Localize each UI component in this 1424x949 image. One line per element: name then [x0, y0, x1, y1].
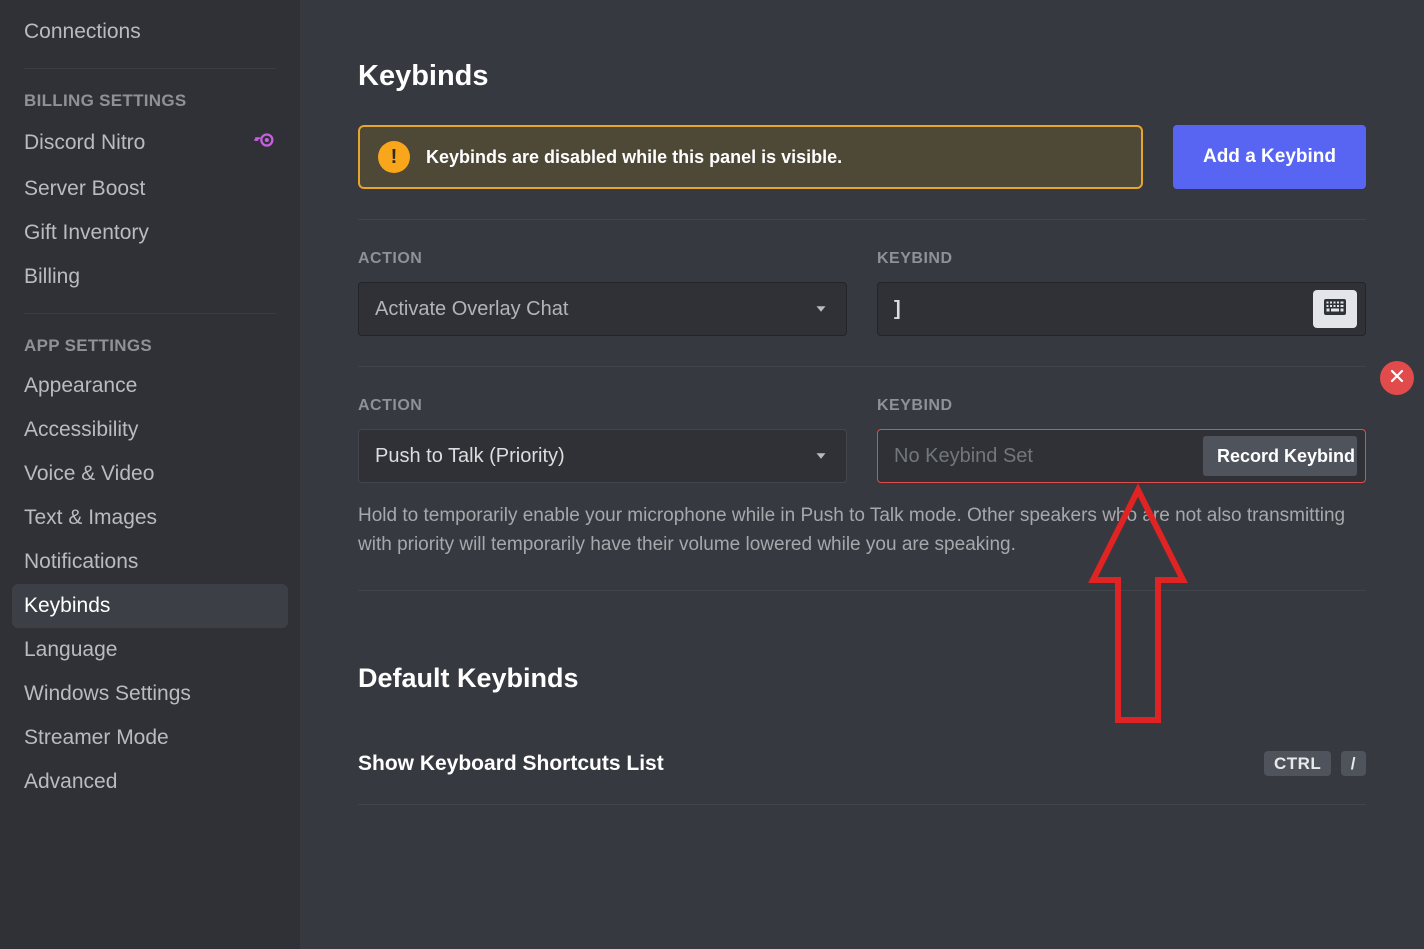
- sidebar-item-label: Accessibility: [24, 418, 138, 442]
- warning-banner: ! Keybinds are disabled while this panel…: [358, 125, 1143, 189]
- sidebar-section-app: APP SETTINGS: [12, 314, 288, 364]
- keybind-label: KEYBIND: [877, 397, 1366, 415]
- key-combo: CTRL /: [1264, 754, 1366, 774]
- divider: [358, 219, 1366, 220]
- sidebar-item-language[interactable]: Language: [12, 628, 288, 672]
- header-row: ! Keybinds are disabled while this panel…: [358, 125, 1366, 189]
- sidebar-item-text-images[interactable]: Text & Images: [12, 496, 288, 540]
- sidebar-item-label: Connections: [24, 20, 141, 44]
- action-select[interactable]: Push to Talk (Priority): [358, 429, 847, 483]
- sidebar-item-billing[interactable]: Billing: [12, 255, 288, 299]
- sidebar-item-gift-inventory[interactable]: Gift Inventory: [12, 211, 288, 255]
- keyboard-icon: [1323, 298, 1347, 321]
- keybinds-settings-panel: Keybinds ! Keybinds are disabled while t…: [300, 0, 1424, 949]
- sidebar-item-label: Keybinds: [24, 594, 110, 618]
- sidebar-item-label: Text & Images: [24, 506, 157, 530]
- add-keybind-button[interactable]: Add a Keybind: [1173, 125, 1366, 189]
- sidebar-item-streamer-mode[interactable]: Streamer Mode: [12, 716, 288, 760]
- keybind-row: ACTION Push to Talk (Priority) KEYBIND N…: [358, 397, 1366, 483]
- sidebar-item-label: Streamer Mode: [24, 726, 169, 750]
- divider: [358, 590, 1366, 591]
- nitro-icon: [254, 129, 276, 157]
- sidebar-item-advanced[interactable]: Advanced: [12, 760, 288, 804]
- default-keybinds-title: Default Keybinds: [358, 663, 1366, 694]
- warning-text: Keybinds are disabled while this panel i…: [426, 147, 842, 168]
- sidebar-item-appearance[interactable]: Appearance: [12, 364, 288, 408]
- action-column: ACTION Push to Talk (Priority): [358, 397, 847, 483]
- sidebar-item-voice-video[interactable]: Voice & Video: [12, 452, 288, 496]
- action-select-value: Activate Overlay Chat: [375, 298, 568, 321]
- page-title: Keybinds: [358, 60, 1366, 93]
- action-label: ACTION: [358, 250, 847, 268]
- sidebar-item-connections[interactable]: Connections: [12, 10, 288, 54]
- sidebar-item-label: Discord Nitro: [24, 131, 145, 155]
- close-button[interactable]: [1380, 361, 1414, 395]
- keybind-input-empty[interactable]: No Keybind Set Record Keybind: [877, 429, 1366, 483]
- sidebar-item-accessibility[interactable]: Accessibility: [12, 408, 288, 452]
- action-column: ACTION Activate Overlay Chat: [358, 250, 847, 336]
- sidebar-item-label: Server Boost: [24, 177, 145, 201]
- keyboard-edit-button[interactable]: [1313, 290, 1357, 328]
- keybind-label: KEYBIND: [877, 250, 1366, 268]
- default-keybind-row: Show Keyboard Shortcuts List CTRL /: [358, 752, 1366, 776]
- key-pill-slash: /: [1341, 751, 1366, 776]
- sidebar-item-windows-settings[interactable]: Windows Settings: [12, 672, 288, 716]
- keybind-value: ]: [894, 298, 901, 321]
- settings-sidebar: Connections BILLING SETTINGS Discord Nit…: [0, 0, 300, 949]
- chevron-down-icon: [812, 300, 830, 318]
- sidebar-item-label: Language: [24, 638, 117, 662]
- divider: [358, 804, 1366, 805]
- action-select-value: Push to Talk (Priority): [375, 445, 565, 468]
- sidebar-item-nitro[interactable]: Discord Nitro: [12, 119, 288, 167]
- chevron-down-icon: [812, 447, 830, 465]
- warning-icon: !: [378, 141, 410, 173]
- sidebar-item-label: Voice & Video: [24, 462, 154, 486]
- record-keybind-button[interactable]: Record Keybind: [1203, 436, 1357, 476]
- sidebar-item-label: Windows Settings: [24, 682, 191, 706]
- action-select[interactable]: Activate Overlay Chat: [358, 282, 847, 336]
- sidebar-section-billing: BILLING SETTINGS: [12, 69, 288, 119]
- key-pill-ctrl: CTRL: [1264, 751, 1331, 776]
- close-icon: [1389, 368, 1405, 389]
- sidebar-item-label: Billing: [24, 265, 80, 289]
- default-keybind-label: Show Keyboard Shortcuts List: [358, 752, 664, 776]
- keybind-input[interactable]: ]: [877, 282, 1366, 336]
- sidebar-item-label: Advanced: [24, 770, 117, 794]
- sidebar-item-label: Gift Inventory: [24, 221, 149, 245]
- keybind-column: KEYBIND No Keybind Set Record Keybind: [877, 397, 1366, 483]
- action-description: Hold to temporarily enable your micropho…: [358, 501, 1366, 560]
- keybind-column: KEYBIND ]: [877, 250, 1366, 336]
- sidebar-item-keybinds[interactable]: Keybinds: [12, 584, 288, 628]
- sidebar-item-label: Notifications: [24, 550, 138, 574]
- keybind-placeholder: No Keybind Set: [894, 445, 1033, 468]
- action-label: ACTION: [358, 397, 847, 415]
- sidebar-item-label: Appearance: [24, 374, 137, 398]
- keybind-row: ACTION Activate Overlay Chat KEYBIND ]: [358, 250, 1366, 336]
- divider: [358, 366, 1366, 367]
- sidebar-item-notifications[interactable]: Notifications: [12, 540, 288, 584]
- sidebar-item-server-boost[interactable]: Server Boost: [12, 167, 288, 211]
